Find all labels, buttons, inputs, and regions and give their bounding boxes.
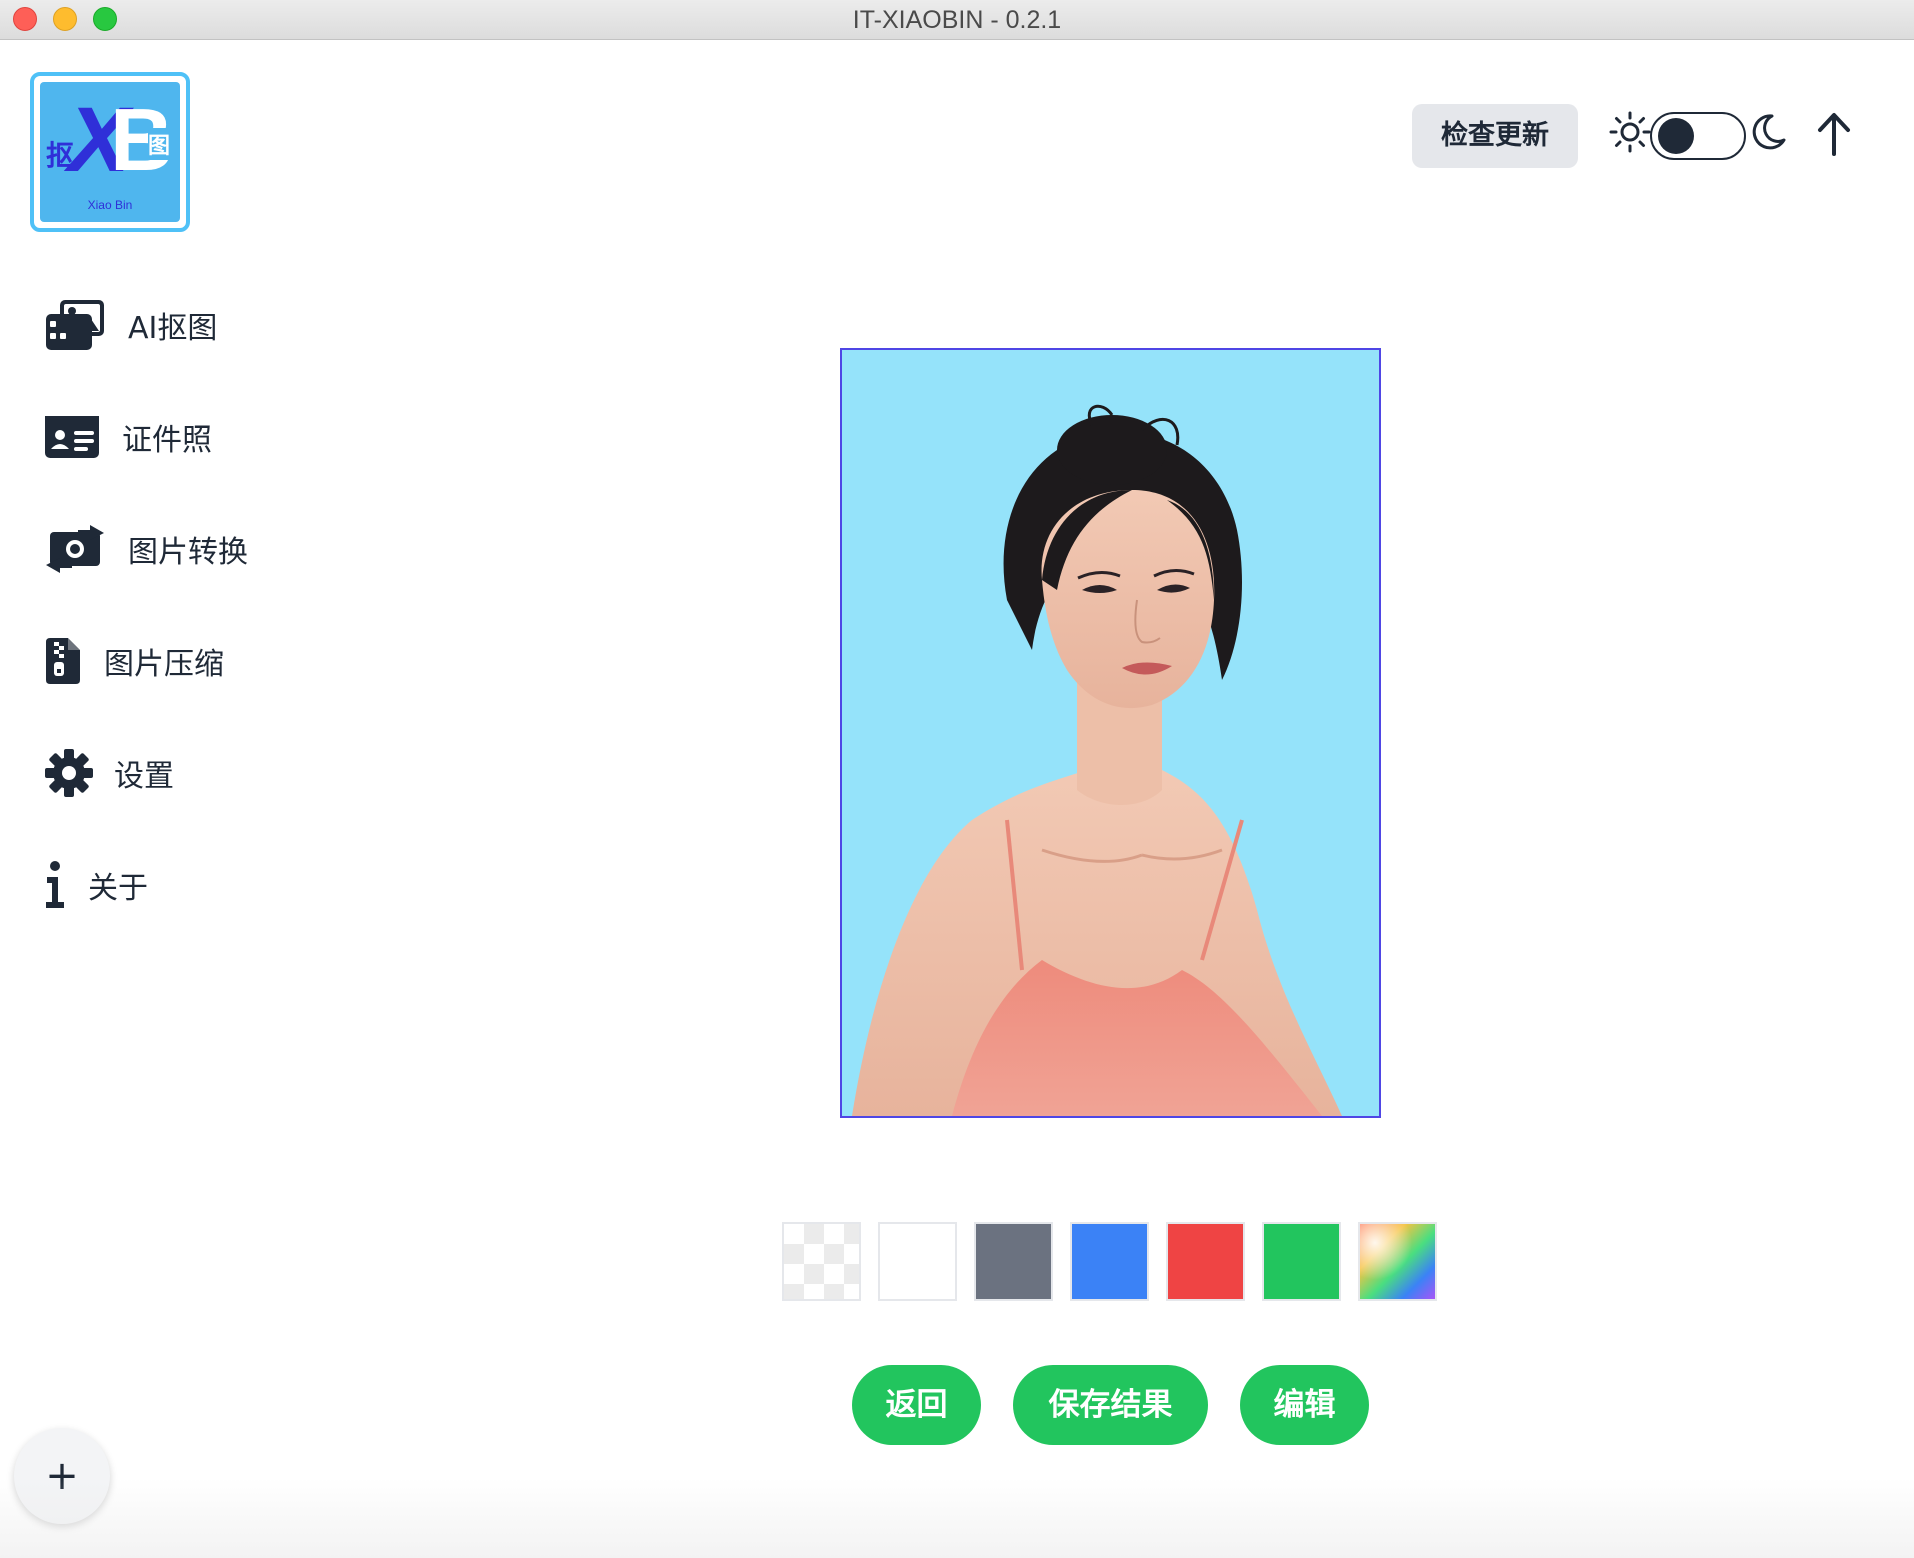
swatch-green[interactable] <box>1262 1222 1341 1301</box>
theme-toggle[interactable] <box>1650 112 1746 160</box>
arrow-up-icon[interactable] <box>1814 110 1854 158</box>
logo-char-right: 图 <box>148 128 171 160</box>
portrait-image <box>852 404 1342 1116</box>
file-zipper-icon <box>44 633 106 689</box>
swatch-transparent[interactable] <box>782 1222 861 1301</box>
sidebar-item-about[interactable]: 关于 <box>44 850 148 920</box>
swatch-blue[interactable] <box>1070 1222 1149 1301</box>
swatch-red[interactable] <box>1166 1222 1245 1301</box>
sidebar-item-id-photo[interactable]: 证件照 <box>44 402 212 472</box>
id-card-icon <box>44 409 106 465</box>
sun-icon <box>1609 111 1651 153</box>
sidebar-item-settings[interactable]: 设置 <box>44 738 174 808</box>
window-title: IT-XIAOBIN - 0.2.1 <box>852 6 1062 34</box>
logo-caption: Xiao Bin <box>87 198 133 212</box>
swatch-custom-color[interactable] <box>1358 1222 1437 1301</box>
theme-toggle-knob <box>1658 118 1694 154</box>
swatch-white[interactable] <box>878 1222 957 1301</box>
swatch-gray[interactable] <box>974 1222 1053 1301</box>
sidebar-item-label: 图片转换 <box>128 535 248 570</box>
sidebar-item-label: 图片压缩 <box>104 647 224 682</box>
bottom-fade <box>0 1478 1914 1558</box>
result-image-preview <box>840 348 1381 1118</box>
sidebar-item-label: 关于 <box>88 871 148 906</box>
info-icon <box>44 857 70 913</box>
add-button[interactable]: + <box>14 1428 110 1524</box>
sidebar-item-image-convert[interactable]: 图片转换 <box>44 514 248 584</box>
logo-image: 抠 X B 图 Xiao Bin <box>40 82 180 222</box>
money-bill-transfer-icon <box>44 521 106 577</box>
gear-icon <box>44 745 106 801</box>
app-logo[interactable]: 抠 X B 图 Xiao Bin <box>30 72 190 232</box>
sidebar-item-label: 证件照 <box>122 423 212 458</box>
sidebar-item-label: AI抠图 <box>128 311 218 346</box>
edit-button[interactable]: 编辑 <box>1240 1365 1369 1445</box>
check-update-button[interactable]: 检查更新 <box>1412 104 1578 168</box>
sidebar-item-label: 设置 <box>114 759 174 794</box>
moon-icon <box>1752 114 1786 150</box>
sidebar-item-image-compress[interactable]: 图片压缩 <box>44 626 224 696</box>
title-bar: IT-XIAOBIN - 0.2.1 <box>0 0 1914 40</box>
back-button[interactable]: 返回 <box>852 1365 981 1445</box>
sidebar-item-ai-matting[interactable]: AI抠图 <box>44 290 217 360</box>
save-result-button[interactable]: 保存结果 <box>1013 1365 1208 1445</box>
app-window: IT-XIAOBIN - 0.2.1 抠 X B 图 Xiao Bin 检查更新 <box>0 0 1914 1558</box>
plus-icon: + <box>45 1453 79 1499</box>
images-icon <box>44 297 106 353</box>
